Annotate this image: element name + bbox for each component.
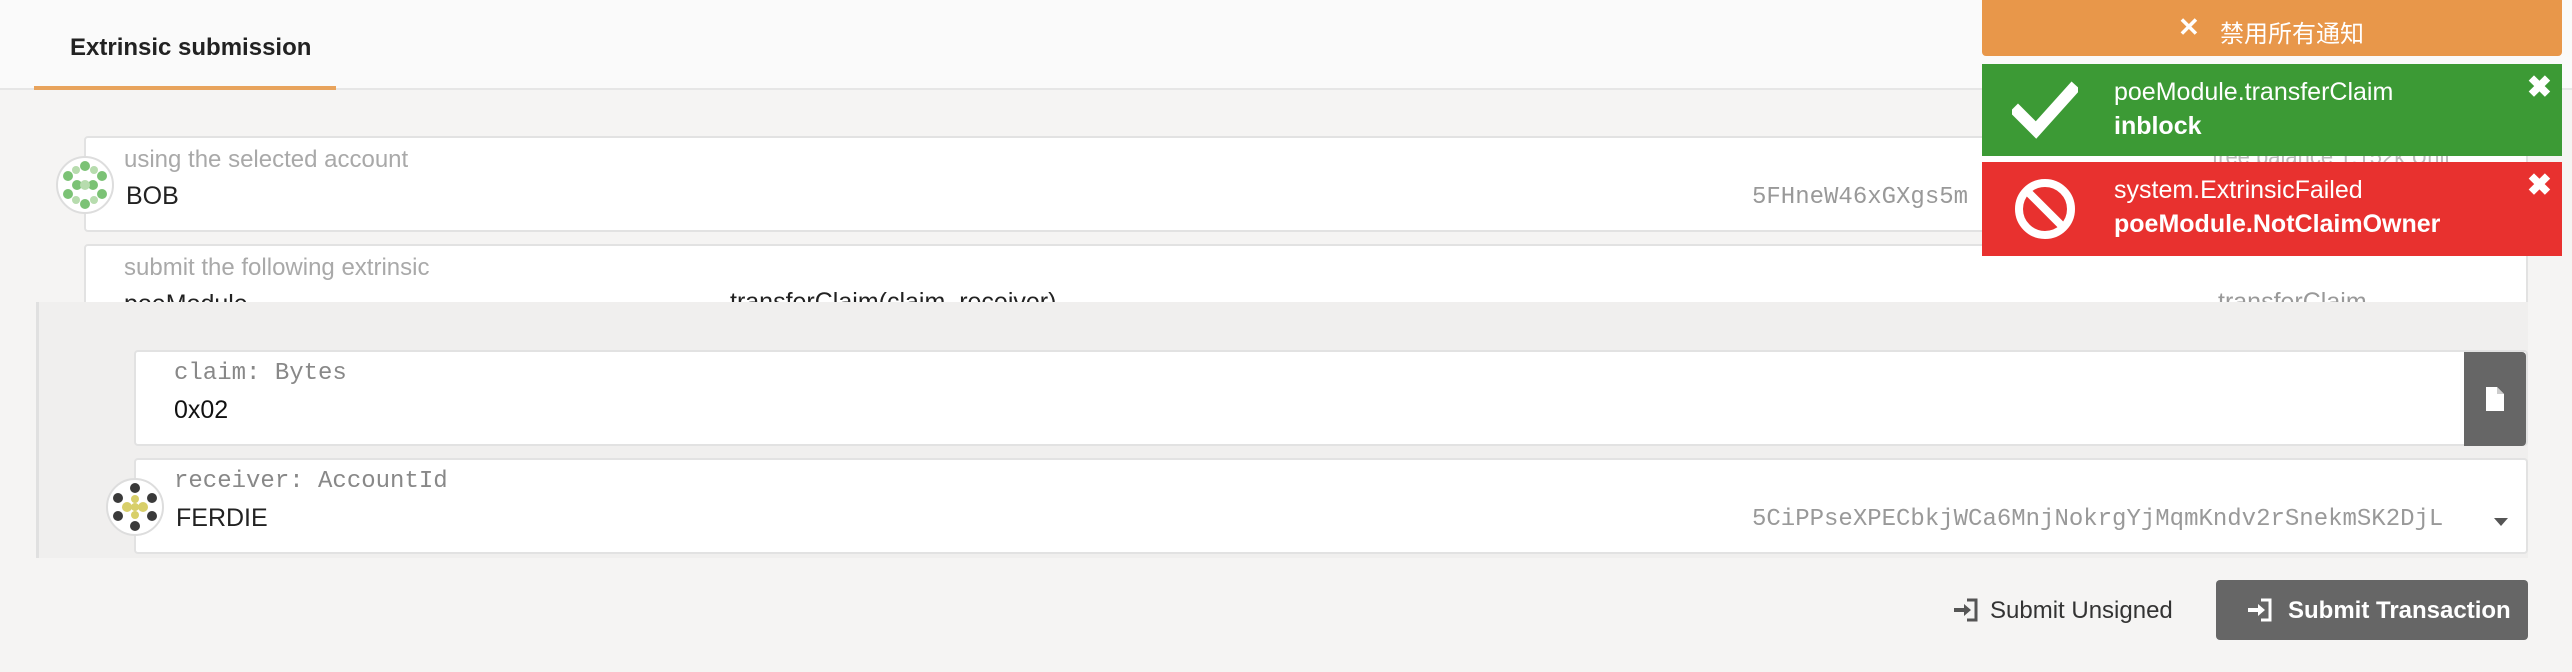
sign-in-icon bbox=[2248, 598, 2272, 622]
dismiss-all-notifications-button[interactable]: ✕ 禁用所有通知 bbox=[1982, 0, 2562, 56]
close-icon[interactable]: ✖ bbox=[2527, 70, 2552, 105]
account-name: BOB bbox=[126, 182, 179, 210]
notification-error: system.ExtrinsicFailed poeModule.NotClai… bbox=[1982, 162, 2562, 256]
claim-value: 0x02 bbox=[174, 396, 229, 424]
account-address: 5FHneW46xGXgs5m bbox=[1752, 184, 1969, 211]
sign-in-icon bbox=[1954, 598, 1978, 622]
dismiss-all-label: 禁用所有通知 bbox=[2220, 21, 2364, 48]
submit-unsigned-button[interactable]: Submit Unsigned bbox=[1948, 582, 2178, 638]
receiver-name: FERDIE bbox=[176, 504, 268, 532]
checkmark-icon bbox=[2012, 81, 2078, 139]
receiver-selector[interactable]: receiver: AccountId FERDIE 5CiPPseXPECbk… bbox=[134, 458, 2528, 554]
close-icon: ✕ bbox=[2178, 12, 2200, 42]
ban-icon bbox=[2015, 179, 2075, 239]
tab-label: Extrinsic submission bbox=[70, 34, 312, 61]
submit-transaction-label: Submit Transaction bbox=[2288, 597, 2511, 624]
close-icon[interactable]: ✖ bbox=[2527, 168, 2552, 203]
claim-input[interactable]: claim: Bytes 0x02 bbox=[134, 350, 2528, 446]
notification-title: system.ExtrinsicFailed bbox=[2114, 176, 2363, 204]
notification-title: poeModule.transferClaim bbox=[2114, 78, 2394, 106]
receiver-address: 5CiPPseXPECbkjWCa6MnjNokrgYjMqmKndv2rSne… bbox=[1752, 506, 2444, 533]
file-icon bbox=[2486, 387, 2504, 411]
notification-status: inblock bbox=[2114, 112, 2202, 140]
receiver-avatar bbox=[106, 478, 164, 536]
notification-success: poeModule.transferClaim inblock ✖ bbox=[1982, 64, 2562, 156]
submit-transaction-button[interactable]: Submit Transaction bbox=[2216, 580, 2528, 640]
account-avatar bbox=[56, 156, 114, 214]
tab-extrinsic-submission[interactable]: Extrinsic submission bbox=[34, 0, 336, 90]
receiver-label: receiver: AccountId bbox=[174, 468, 448, 495]
notification-status: poeModule.NotClaimOwner bbox=[2114, 210, 2441, 238]
submit-unsigned-label: Submit Unsigned bbox=[1990, 597, 2173, 624]
chevron-down-icon[interactable] bbox=[2494, 518, 2508, 526]
account-label: using the selected account bbox=[124, 146, 409, 173]
claim-label: claim: Bytes bbox=[174, 360, 347, 387]
file-upload-button[interactable] bbox=[2464, 352, 2526, 446]
